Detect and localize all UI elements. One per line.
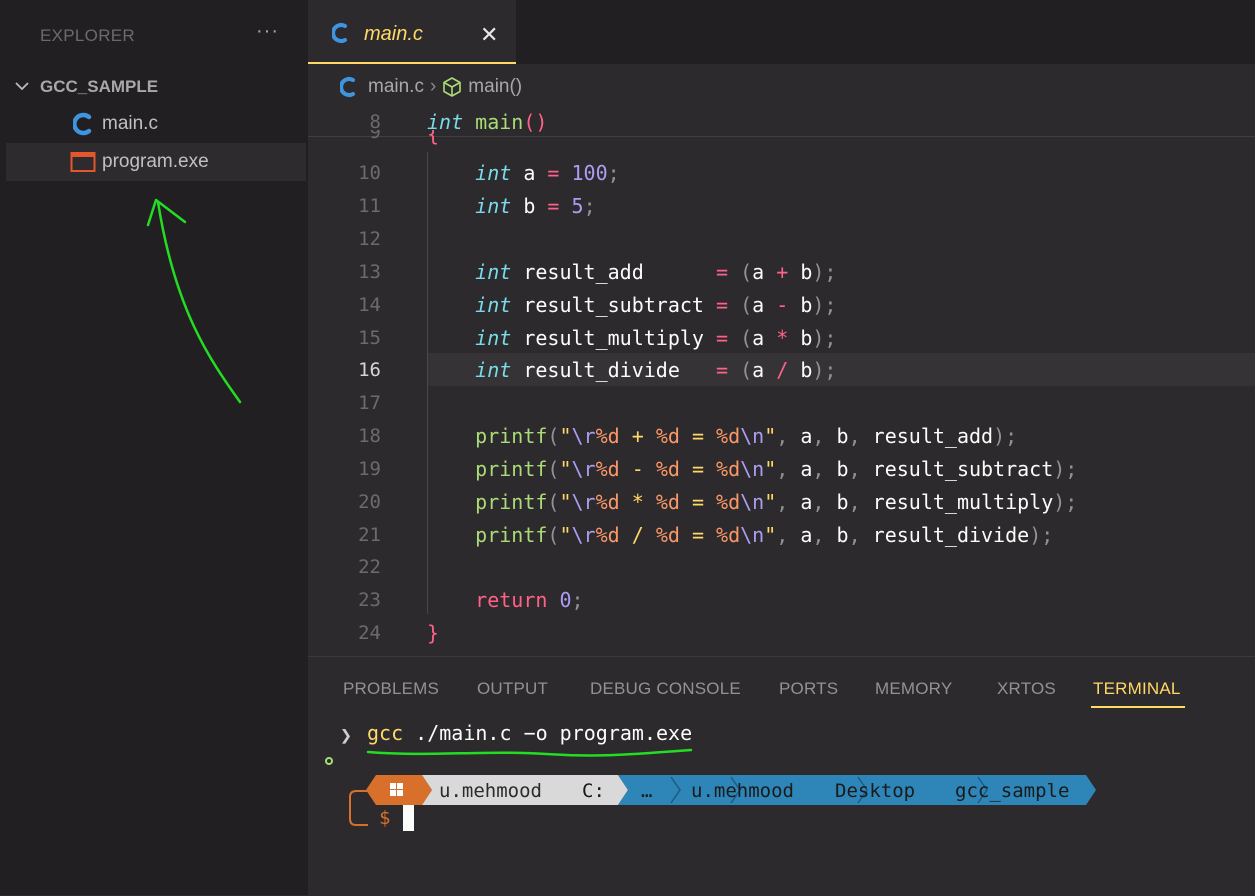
prompt-path-segment: Desktop	[835, 780, 916, 802]
file-label: program.exe	[102, 151, 209, 172]
file-label: main.c	[102, 113, 158, 134]
tab-terminal[interactable]: TERMINAL	[1093, 679, 1181, 699]
code-line: 13 int result_add = (a + b);	[358, 260, 837, 284]
code-line: 9{	[369, 130, 440, 146]
tab-output[interactable]: OUTPUT	[477, 679, 548, 699]
close-tab-icon[interactable]: ✕	[480, 22, 498, 48]
explorer-header: EXPLORER	[40, 26, 135, 45]
code-line: 12	[358, 228, 381, 250]
breadcrumb-file[interactable]: main.c	[368, 76, 424, 98]
prompt-ellipsis-segment: …	[641, 780, 653, 802]
breadcrumb-symbol[interactable]: main()	[468, 76, 522, 98]
code-line: 20 printf("\r%d * %d = %d\n", a, b, resu…	[358, 490, 1078, 514]
annotation-underline-icon	[366, 748, 693, 757]
code-line: 17	[358, 392, 381, 414]
code-line: 10 int a = 100;	[358, 161, 620, 185]
exe-file-icon	[68, 151, 98, 173]
code-line: 24}	[358, 621, 440, 645]
code-editor[interactable]: 8 int main() 9{ 10 int a = 100; 11 int b …	[308, 106, 1255, 656]
prompt-path-segment: gcc_sample	[955, 780, 1070, 802]
folder-gcc-sample[interactable]: GCC_SAMPLE	[14, 76, 158, 98]
file-item-main-c[interactable]: main.c	[6, 105, 306, 143]
code-line: 14 int result_subtract = (a - b);	[358, 293, 837, 317]
code-line: 23 return 0;	[358, 588, 584, 612]
annotation-arrow-icon	[146, 198, 242, 404]
prompt-dollar: $	[379, 807, 391, 829]
breadcrumb-separator: ›	[429, 76, 437, 97]
chevron-down-icon	[14, 78, 34, 97]
terminal-cursor	[403, 805, 414, 831]
code-line-current: 16 int result_divide = (a / b);	[358, 358, 837, 382]
prompt-path-segment: u.mehmood	[691, 780, 794, 802]
explorer-sidebar: EXPLORER ··· GCC_SAMPLE main.c program.e…	[0, 0, 308, 895]
code-line: 21 printf("\r%d / %d = %d\n", a, b, resu…	[358, 523, 1054, 547]
tab-debug-console[interactable]: DEBUG CONSOLE	[590, 679, 741, 699]
tab-label: main.c	[364, 23, 423, 45]
tab-ports[interactable]: PORTS	[779, 679, 838, 699]
tab-main-c[interactable]: main.c ✕	[308, 0, 516, 64]
bottom-panel: PROBLEMS OUTPUT DEBUG CONSOLE PORTS MEMO…	[308, 656, 1255, 896]
prompt-drive-segment: C:	[582, 780, 605, 802]
prompt-user-segment: u.mehmood	[439, 780, 542, 802]
command-status-dot-icon	[325, 757, 333, 765]
terminal-command: gcc ./main.c −o program.exe	[367, 721, 693, 745]
folder-label: GCC_SAMPLE	[40, 77, 159, 96]
code-line: 11 int b = 5;	[358, 194, 596, 218]
cube-symbol-icon	[442, 76, 462, 98]
code-line: 22	[358, 556, 381, 578]
tab-problems[interactable]: PROBLEMS	[343, 679, 439, 699]
c-file-icon	[340, 76, 356, 98]
breadcrumb: main.c › main()	[340, 72, 522, 102]
tab-xrtos[interactable]: XRTOS	[997, 679, 1056, 699]
c-file-icon	[68, 112, 98, 136]
file-item-program-exe[interactable]: program.exe	[6, 143, 306, 181]
code-line: 18 printf("\r%d + %d = %d\n", a, b, resu…	[358, 424, 1018, 448]
active-tab-indicator	[1091, 706, 1185, 708]
more-actions-button[interactable]: ···	[256, 20, 279, 43]
prompt-chevron-icon: ❯	[340, 723, 353, 747]
code-line: 15 int result_multiply = (a * b);	[358, 326, 837, 350]
tab-memory[interactable]: MEMORY	[875, 679, 952, 699]
editor-tab-bar: main.c ✕	[308, 0, 1255, 64]
c-file-icon	[331, 22, 348, 49]
code-line: 19 printf("\r%d - %d = %d\n", a, b, resu…	[358, 457, 1078, 481]
